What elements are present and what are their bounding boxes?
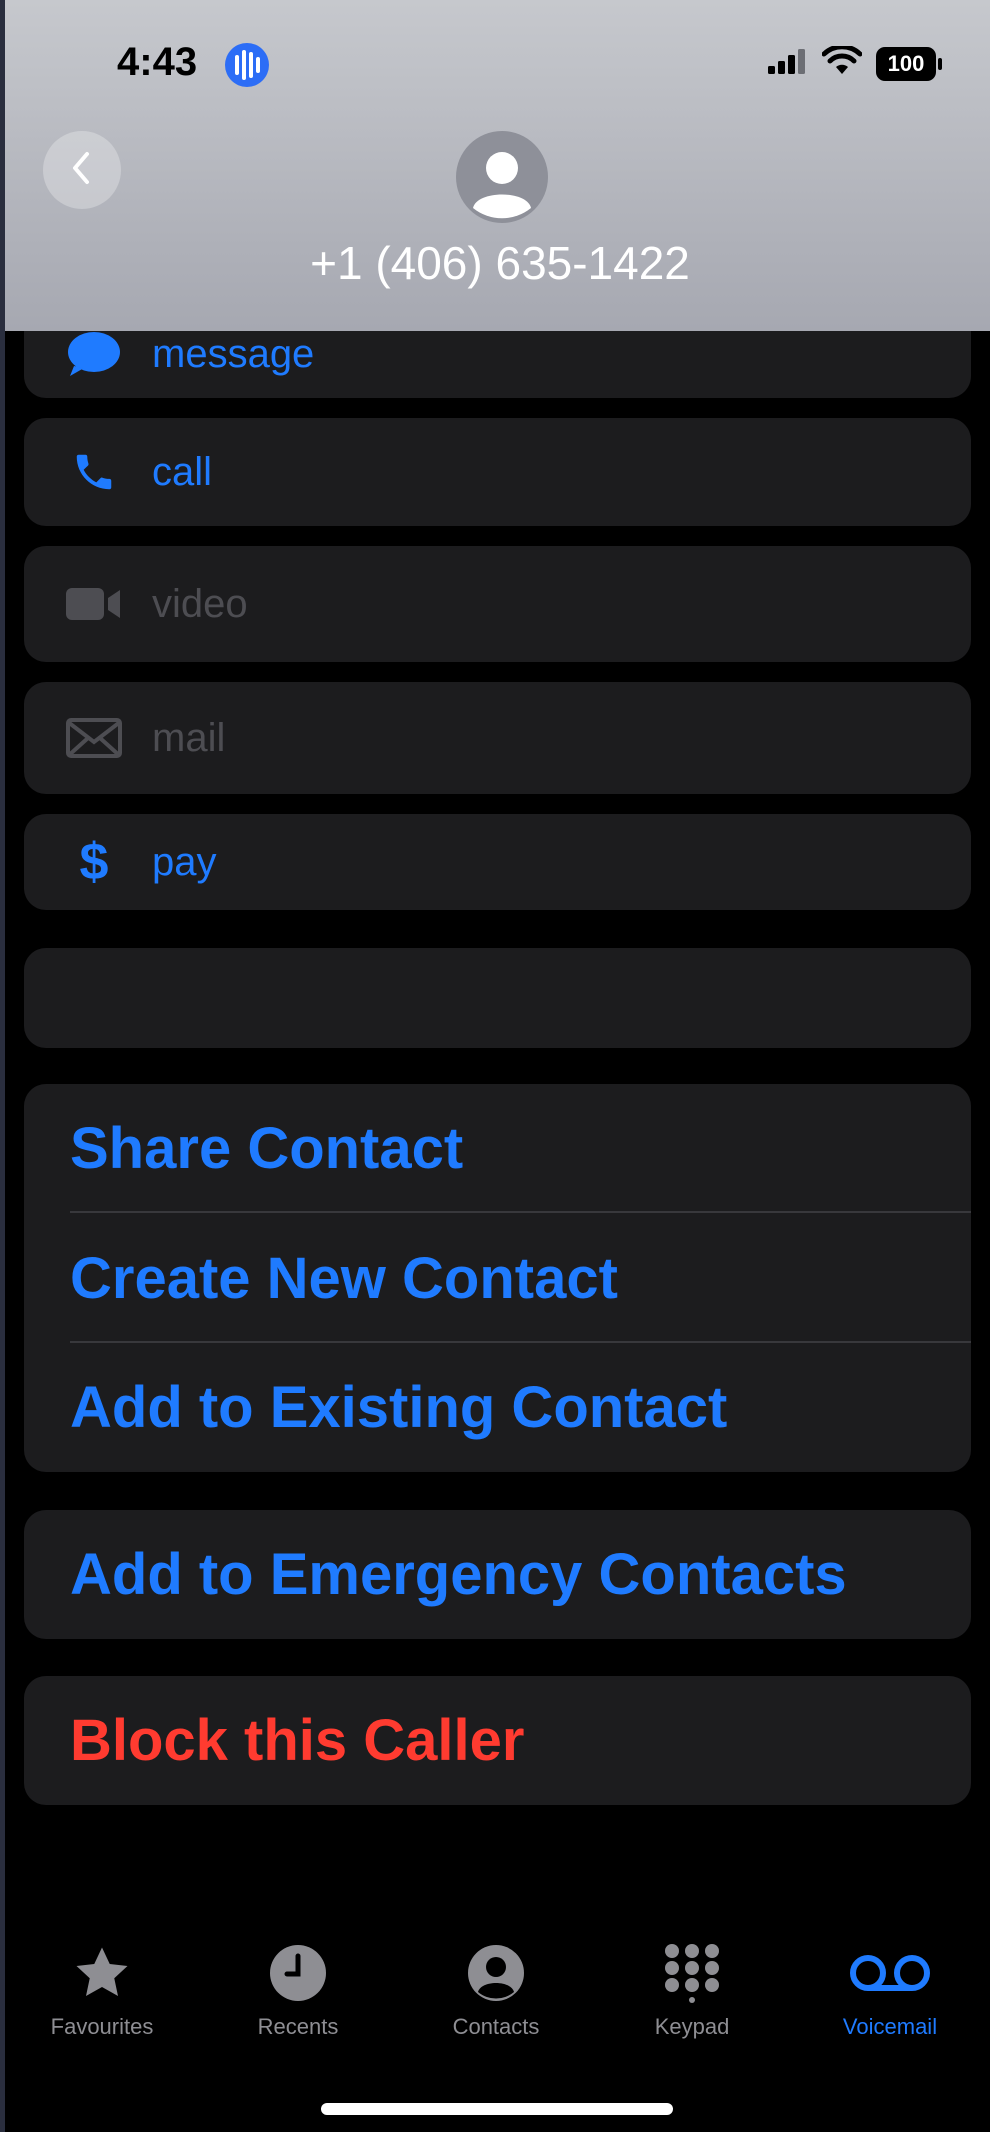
message-label: message bbox=[152, 331, 315, 376]
battery-level: 100 bbox=[887, 50, 925, 76]
block-caller-button[interactable]: Block this Caller bbox=[24, 1676, 971, 1805]
siri-icon bbox=[223, 41, 271, 89]
empty-card bbox=[24, 948, 971, 1048]
tab-recents[interactable]: Recents bbox=[213, 1940, 383, 2040]
block-group: Block this Caller bbox=[24, 1676, 971, 1805]
add-to-existing-contact-label: Add to Existing Contact bbox=[70, 1375, 728, 1440]
tab-label: Recents bbox=[257, 2014, 339, 2039]
phone-icon bbox=[64, 449, 124, 495]
wifi-icon bbox=[821, 44, 863, 81]
add-to-emergency-contacts-button[interactable]: Add to Emergency Contacts bbox=[24, 1510, 971, 1639]
tab-label: Favourites bbox=[50, 2014, 154, 2039]
battery-icon: 100 bbox=[876, 46, 942, 81]
star-icon bbox=[71, 1943, 133, 2008]
contact-phone-number: +1 (406) 635-1422 bbox=[310, 237, 690, 289]
add-to-emergency-contacts-label: Add to Emergency Contacts bbox=[70, 1542, 847, 1607]
status-indicators: 100 bbox=[768, 44, 942, 81]
create-new-contact-label: Create New Contact bbox=[70, 1245, 618, 1311]
tab-label: Voicemail bbox=[842, 2014, 938, 2039]
person-circle-icon bbox=[467, 1944, 525, 2007]
create-new-contact-button[interactable]: Create New Contact bbox=[24, 1213, 971, 1343]
tab-label: Keypad bbox=[654, 2014, 730, 2039]
home-indicator bbox=[321, 2103, 673, 2115]
tab-bar: Favourites Recents Contacts Keypad Voice… bbox=[0, 1940, 990, 2070]
share-contact-label: Share Contact bbox=[70, 1116, 464, 1181]
share-contact-button[interactable]: Share Contact bbox=[24, 1084, 971, 1213]
video-label: video bbox=[152, 581, 248, 626]
mail-icon bbox=[64, 718, 124, 758]
voicemail-icon bbox=[849, 1953, 931, 1998]
person-avatar-icon bbox=[456, 131, 548, 223]
video-action[interactable]: video bbox=[24, 546, 971, 662]
back-button[interactable] bbox=[43, 131, 121, 209]
status-time: 4:43 bbox=[117, 40, 198, 84]
cellular-signal-icon bbox=[768, 48, 808, 79]
mail-label: mail bbox=[152, 715, 226, 760]
tab-contacts[interactable]: Contacts bbox=[411, 1940, 581, 2040]
block-caller-label: Block this Caller bbox=[70, 1708, 525, 1773]
avatar bbox=[455, 130, 549, 224]
tab-favourites[interactable]: Favourites bbox=[17, 1940, 187, 2040]
pay-action[interactable]: $ pay bbox=[24, 814, 971, 910]
chevron-left-icon bbox=[69, 148, 95, 193]
emergency-group: Add to Emergency Contacts bbox=[24, 1510, 971, 1639]
message-icon bbox=[64, 330, 124, 378]
add-to-existing-contact-button[interactable]: Add to Existing Contact bbox=[24, 1343, 971, 1472]
tab-keypad[interactable]: Keypad bbox=[607, 1940, 777, 2040]
mail-action[interactable]: mail bbox=[24, 682, 971, 794]
call-action[interactable]: call bbox=[24, 418, 971, 526]
contact-options-group: Share Contact Create New Contact Add to … bbox=[24, 1084, 971, 1472]
tab-label: Contacts bbox=[452, 2014, 540, 2039]
keypad-icon bbox=[662, 1943, 722, 2008]
tab-voicemail[interactable]: Voicemail bbox=[805, 1940, 975, 2040]
clock-icon bbox=[269, 1944, 327, 2007]
dollar-icon: $ bbox=[79, 833, 109, 891]
call-label: call bbox=[152, 449, 213, 494]
pay-label: pay bbox=[152, 839, 217, 884]
video-icon bbox=[64, 586, 124, 622]
contact-header: 4:43 100 +1 (406) 635-1422 bbox=[5, 0, 990, 331]
